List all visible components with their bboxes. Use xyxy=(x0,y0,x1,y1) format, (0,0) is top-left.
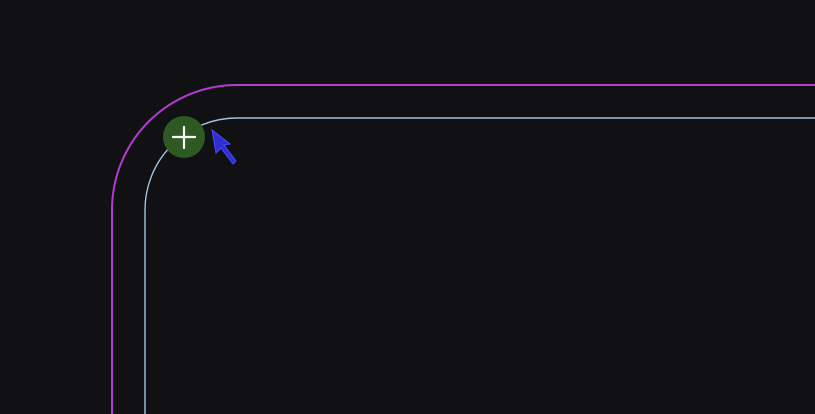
snap-marker[interactable] xyxy=(163,116,205,158)
canvas-background xyxy=(0,0,815,414)
pcb-canvas[interactable] xyxy=(0,0,815,414)
